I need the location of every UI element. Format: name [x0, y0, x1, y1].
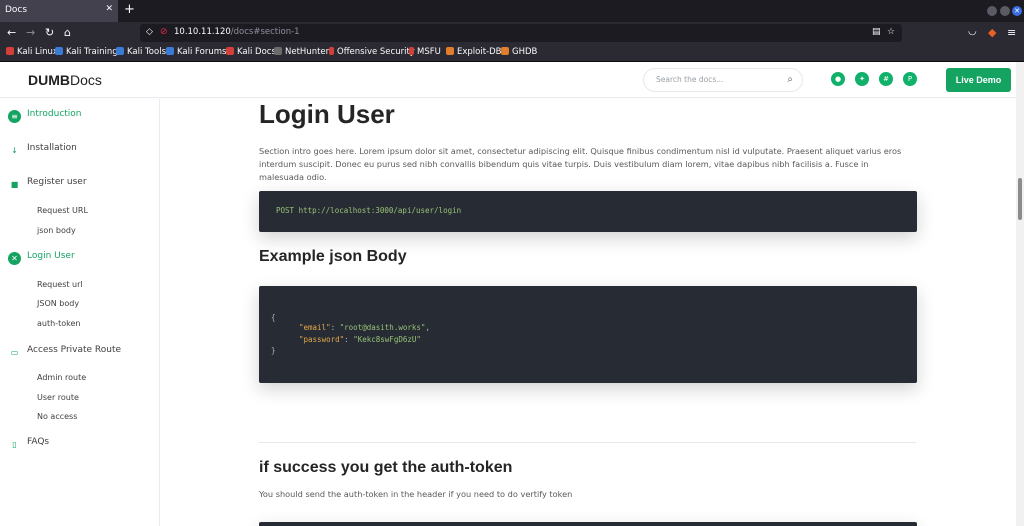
bookmark-kali-training[interactable]: Kali Training	[55, 47, 118, 57]
json-body-heading: Example json Body	[259, 248, 407, 265]
window-close-button[interactable]: ✕	[1012, 6, 1022, 16]
reload-icon[interactable]: ↻	[45, 26, 54, 39]
tools-icon: ✕	[8, 252, 21, 265]
section-divider	[259, 442, 916, 443]
json-email-line: "email": "root@dasith.works",	[299, 323, 430, 332]
scrollbar-thumb[interactable]	[1018, 178, 1022, 220]
site-logo[interactable]: DUMBDocs	[28, 72, 102, 88]
bookmark-exploit-db[interactable]: Exploit-DB	[446, 47, 502, 57]
back-icon[interactable]: ←	[7, 26, 16, 39]
sidebar-item-login-user[interactable]: ✕ Login User	[8, 251, 75, 265]
request-line: POST http://localhost:3000/api/user/logi…	[276, 206, 462, 215]
sidebar-sub-json-body-login[interactable]: JSON body	[37, 299, 79, 308]
shield-icon[interactable]: ◇	[146, 27, 153, 37]
auth-token-note: You should send the auth-token in the he…	[259, 489, 573, 499]
bookmark-kali-docs[interactable]: Kali Docs	[226, 47, 276, 57]
search-placeholder: Search the docs...	[656, 75, 724, 84]
home-icon[interactable]: ⌂	[64, 26, 71, 39]
tab-title: Docs	[5, 5, 28, 15]
product-hunt-icon[interactable]: P	[903, 72, 917, 86]
auth-token-code-block[interactable]	[259, 522, 917, 526]
sidebar-sub-request-url[interactable]: Request URL	[37, 206, 88, 215]
page: DUMBDocs Search the docs... ⌕ ● ✦ # P Li…	[0, 62, 1024, 526]
extension-icon[interactable]: ◆	[988, 26, 996, 39]
msfu-icon	[409, 47, 414, 55]
maximize-button[interactable]	[1000, 6, 1010, 16]
nethunter-icon	[274, 47, 282, 55]
laptop-icon: ▭	[10, 348, 19, 357]
json-close-brace: }	[271, 346, 276, 355]
section-intro: Section intro goes here. Lorem ipsum dol…	[259, 146, 902, 182]
sidebar-item-faqs[interactable]: ▯ FAQs	[8, 437, 49, 451]
sidebar-item-introduction[interactable]: ≡ Introduction	[8, 109, 82, 123]
json-code-block[interactable]: { "email": "root@dasith.works", "passwor…	[259, 286, 917, 383]
main-content: Login User Section intro goes here. Lore…	[259, 99, 919, 526]
slack-icon[interactable]: #	[879, 72, 893, 86]
site-header: DUMBDocs Search the docs... ⌕ ● ✦ # P Li…	[0, 62, 1016, 98]
tab-close-icon[interactable]: ✕	[105, 4, 113, 14]
bookmark-offensive-security[interactable]: Offensive Security	[329, 47, 415, 57]
sidebar-item-access-private-route[interactable]: ▭ Access Private Route	[8, 345, 121, 359]
sidebar-sub-request-url-login[interactable]: Request url	[37, 280, 83, 289]
bookmark-ghdb[interactable]: GHDB	[501, 47, 537, 57]
docs-sidebar: ≡ Introduction ↓ Installation ■ Register us…	[0, 99, 160, 526]
page-scrollbar[interactable]	[1016, 62, 1024, 526]
auth-token-heading: if success you get the auth-token	[259, 459, 513, 476]
kali-forums-icon	[166, 47, 174, 55]
sidebar-sub-auth-token[interactable]: auth-token	[37, 319, 80, 328]
kali-docs-icon	[226, 47, 234, 55]
offsec-icon	[329, 47, 334, 55]
sidebar-sub-user-route[interactable]: User route	[37, 393, 79, 402]
kali-training-icon	[55, 47, 63, 55]
download-icon: ↓	[11, 146, 18, 155]
box-icon: ■	[10, 180, 19, 189]
json-open-brace: {	[271, 313, 276, 322]
browser-tab[interactable]: Docs ✕	[0, 0, 118, 22]
search-icon[interactable]: ⌕	[787, 74, 793, 85]
json-password-line: "password": "Kekc8swFgD6zU"	[299, 335, 421, 344]
map-icon: ≡	[8, 110, 21, 123]
sidebar-sub-no-access[interactable]: No access	[37, 412, 77, 421]
browser-tab-bar: Docs ✕ + ✕	[0, 0, 1024, 22]
bookmark-nethunter[interactable]: NetHunter	[274, 47, 329, 57]
tablet-icon: ▯	[12, 440, 17, 449]
bookmark-kali-tools[interactable]: Kali Tools	[116, 47, 166, 57]
reader-view-icon[interactable]: ▤	[872, 27, 881, 37]
bookmark-msfu[interactable]: MSFU	[409, 47, 441, 57]
kali-tools-icon	[116, 47, 124, 55]
github-icon[interactable]: ●	[831, 72, 845, 86]
sidebar-item-register-user[interactable]: ■ Register user	[8, 177, 87, 191]
bookmark-kali-forums[interactable]: Kali Forums	[166, 47, 226, 57]
search-input[interactable]: Search the docs... ⌕	[643, 68, 803, 92]
url-bar[interactable]: ◇ ⊘ 10.10.11.120/docs#section-1 ▤ ☆	[140, 24, 902, 42]
minimize-button[interactable]	[987, 6, 997, 16]
sidebar-item-installation[interactable]: ↓ Installation	[8, 143, 77, 157]
kali-icon	[6, 47, 14, 55]
sidebar-sub-json-body[interactable]: json body	[37, 226, 76, 235]
exploit-db-icon	[446, 47, 454, 55]
ghdb-icon	[501, 47, 509, 55]
menu-icon[interactable]: ≡	[1007, 26, 1016, 39]
live-demo-button[interactable]: Live Demo	[946, 68, 1011, 92]
bookmarks-bar: Kali Linux Kali Training Kali Tools Kali…	[0, 44, 1024, 62]
page-title: Login User	[259, 99, 395, 129]
twitter-icon[interactable]: ✦	[855, 72, 869, 86]
bookmark-star-icon[interactable]: ☆	[887, 27, 895, 37]
browser-nav-bar: ← → ↻ ⌂ ◇ ⊘ 10.10.11.120/docs#section-1 …	[0, 22, 1024, 44]
pocket-icon[interactable]: ◡	[968, 26, 977, 37]
bookmark-kali-linux[interactable]: Kali Linux	[6, 47, 58, 57]
forward-icon[interactable]: →	[26, 26, 35, 39]
request-code-block[interactable]: POST http://localhost:3000/api/user/logi…	[259, 191, 917, 232]
lock-icon[interactable]: ⊘	[160, 27, 168, 37]
url-text[interactable]: 10.10.11.120/docs#section-1	[174, 27, 300, 37]
sidebar-sub-admin-route[interactable]: Admin route	[37, 373, 86, 382]
new-tab-button[interactable]: +	[124, 2, 135, 17]
